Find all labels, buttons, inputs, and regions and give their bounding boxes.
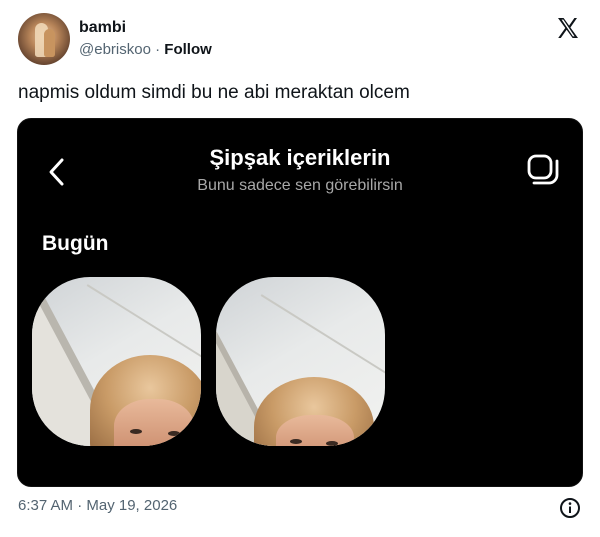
face-detail [114, 399, 194, 446]
eye-detail [290, 439, 302, 444]
photo-thumbnail[interactable] [216, 277, 385, 446]
eye-detail [326, 441, 338, 446]
separator-dot: · [155, 41, 161, 58]
author-name[interactable]: bambi [79, 19, 126, 37]
section-heading: Bugün [42, 232, 109, 255]
eye-detail [130, 429, 142, 434]
tweet-header: bambi @ebriskoo · Follow [18, 13, 582, 67]
info-icon[interactable] [559, 497, 581, 519]
media-screenshot[interactable]: Şipşak içeriklerin Bunu sadece sen göreb… [17, 118, 583, 487]
photo-thumbnail[interactable] [32, 277, 201, 446]
media-title: Şipşak içeriklerin [209, 145, 391, 170]
avatar-figure [44, 29, 55, 57]
follow-button[interactable]: Follow [164, 41, 212, 58]
avatar[interactable] [18, 13, 70, 65]
tweet-timestamp[interactable]: 6:37 AM · May 19, 2026 [18, 497, 177, 514]
tweet-text: napmis oldum simdi bu ne abi meraktan ol… [18, 82, 410, 103]
x-logo-icon[interactable] [556, 16, 580, 40]
eye-detail [168, 431, 180, 436]
stack-icon[interactable] [526, 153, 560, 187]
media-subtitle: Bunu sadece sen görebilirsin [197, 177, 403, 194]
author-handle-line: @ebriskoo · Follow [79, 41, 212, 58]
author-handle[interactable]: @ebriskoo [79, 41, 151, 58]
